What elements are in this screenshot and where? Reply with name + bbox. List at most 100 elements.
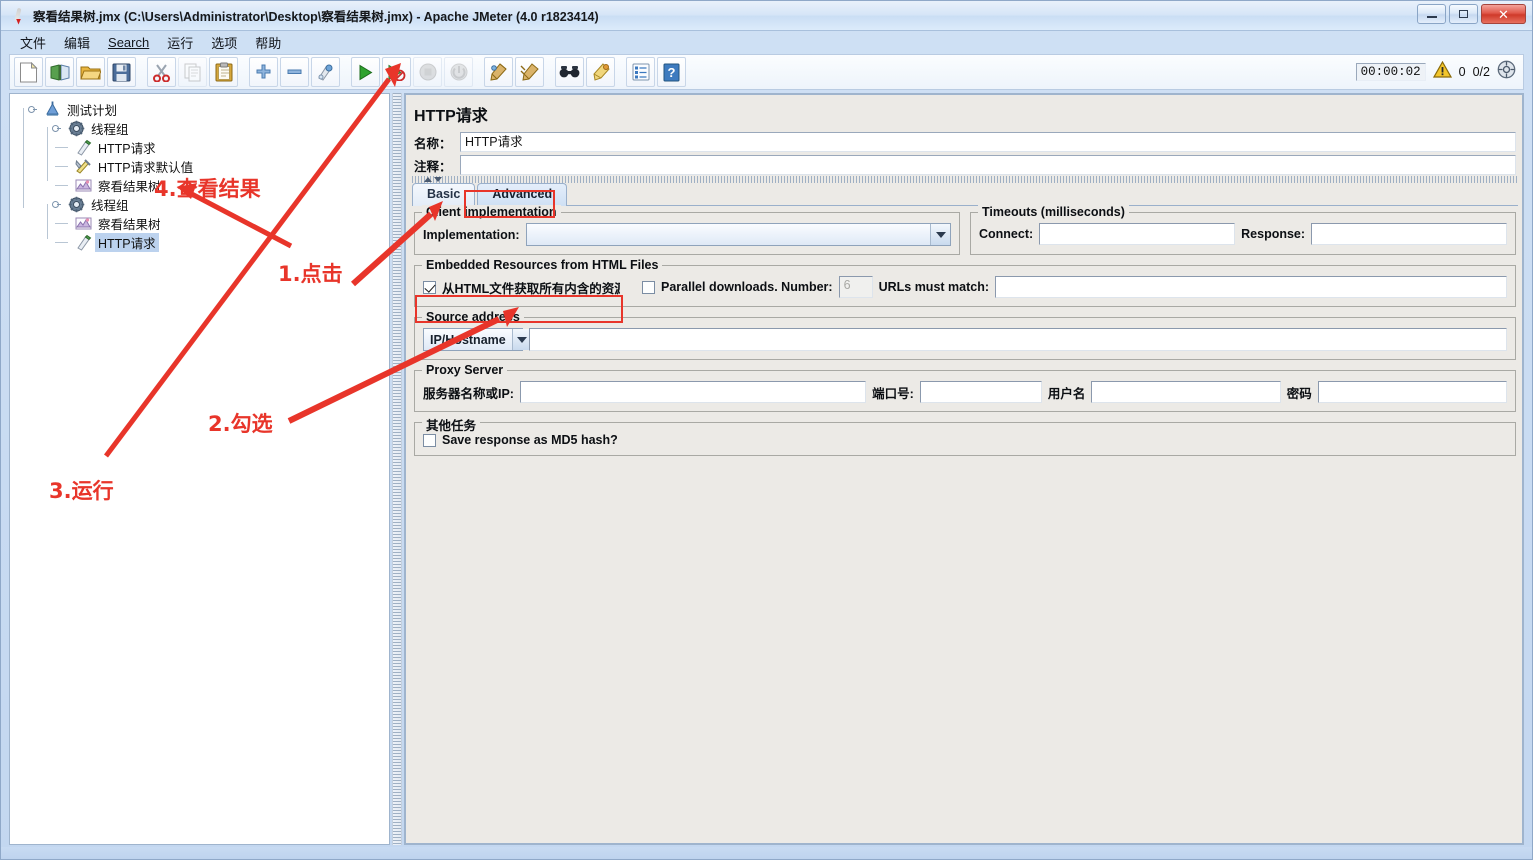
implementation-label: Implementation: [423, 227, 520, 242]
search-icon[interactable] [555, 57, 584, 87]
parallel-number-input[interactable]: 6 [838, 276, 873, 298]
proxy-port-input[interactable] [919, 381, 1042, 403]
stop-icon[interactable] [413, 57, 442, 87]
expander-icon[interactable] [51, 200, 61, 209]
http-request-icon [75, 234, 92, 251]
function-helper-icon[interactable] [626, 57, 655, 87]
paste-icon[interactable] [209, 57, 238, 87]
retrieve-embedded-label: 从HTML文件获取所有内含的资源 [442, 281, 620, 296]
toggle-icon[interactable] [311, 57, 340, 87]
response-timeout-input[interactable] [1311, 223, 1508, 245]
split-divider[interactable] [392, 93, 402, 845]
close-button[interactable]: ✕ [1481, 4, 1526, 24]
source-address-legend: Source address [422, 310, 524, 324]
menu-search[interactable]: Search [99, 34, 158, 51]
retrieve-embedded-checkbox[interactable] [423, 280, 436, 294]
chevron-down-icon[interactable] [434, 176, 442, 182]
parallel-downloads-checkbox[interactable] [642, 280, 655, 294]
proxy-port-label: 端口号: [872, 386, 914, 401]
toolbar-status: 00:00:02 0 0/2 [1355, 60, 1520, 84]
source-address-group: Source address IP/Hostname [414, 310, 1516, 360]
close-icon: ✕ [1498, 6, 1509, 22]
tab-advanced[interactable]: Advanced [477, 183, 568, 206]
tab-basic[interactable]: Basic [412, 183, 476, 206]
test-plan-tree-pane[interactable]: 测试计划 线程组 HTTP请求 HTTP请求默认值 察看结果树 线程组 察看结果… [9, 93, 390, 845]
jmeter-window: 察看结果树.jmx (C:\Users\Administrator\Deskto… [0, 0, 1533, 860]
tree-node-label: 察看结果树 [98, 180, 161, 194]
warning-triangle-icon[interactable] [1432, 60, 1452, 83]
menu-options[interactable]: 选项 [202, 32, 246, 53]
collapse-icon[interactable] [280, 57, 309, 87]
other-tasks-group: 其他任务 Save response as MD5 hash? [414, 415, 1516, 456]
comment-input[interactable] [460, 155, 1516, 175]
implementation-combo[interactable] [525, 223, 951, 246]
view-results-tree-icon [75, 177, 92, 194]
tab-scroll-arrows[interactable] [424, 175, 446, 183]
chevron-down-icon[interactable] [930, 224, 950, 245]
maximize-button[interactable] [1449, 4, 1478, 24]
name-input[interactable]: HTTP请求 [460, 132, 1516, 152]
tree-node-http-request-2[interactable]: HTTP请求 [18, 233, 389, 252]
open-icon[interactable] [76, 57, 105, 87]
tree-node-test-plan[interactable]: 测试计划 [18, 100, 389, 119]
comment-label: 注释： [414, 159, 452, 174]
reset-search-icon[interactable] [586, 57, 615, 87]
proxy-username-input[interactable] [1091, 381, 1281, 403]
save-icon[interactable] [107, 57, 136, 87]
chevron-up-icon[interactable] [424, 176, 432, 182]
timeouts-group: Timeouts (milliseconds) Connect: Respons… [970, 205, 1516, 255]
menu-run[interactable]: 运行 [158, 32, 202, 53]
clear-icon[interactable] [484, 57, 513, 87]
new-icon[interactable] [14, 57, 43, 87]
proxy-server-input[interactable] [519, 381, 867, 403]
tabstrip: Basic Advanced [412, 182, 1518, 206]
help-icon[interactable]: ? [657, 57, 686, 87]
tree-node-thread-group-2[interactable]: 线程组 [18, 195, 389, 214]
connect-label: Connect: [979, 227, 1034, 241]
name-label: 名称： [414, 136, 452, 151]
tree-node-http-request-1[interactable]: HTTP请求 [18, 138, 389, 157]
clear-all-icon[interactable] [515, 57, 544, 87]
templates-icon[interactable] [45, 57, 74, 87]
expander-icon[interactable] [51, 124, 61, 133]
source-address-input[interactable] [529, 328, 1507, 351]
embedded-resources-legend: Embedded Resources from HTML Files [422, 258, 663, 272]
cut-icon[interactable] [147, 57, 176, 87]
client-implementation-group: Client implementation Implementation: [414, 205, 960, 255]
start-no-pauses-icon[interactable] [382, 57, 411, 87]
menu-edit[interactable]: 编辑 [55, 32, 99, 53]
tree-node-thread-group-1[interactable]: 线程组 [18, 119, 389, 138]
other-tasks-legend: 其他任务 [422, 415, 481, 434]
remote-connect-icon[interactable] [1497, 60, 1516, 84]
proxy-password-label: 密码 [1286, 386, 1312, 401]
expander-icon[interactable] [27, 105, 37, 114]
start-icon[interactable] [351, 57, 380, 87]
tab-scroll-dots [412, 176, 1518, 183]
expand-icon[interactable] [249, 57, 278, 87]
jmeter-feather-icon [9, 6, 29, 26]
source-address-type-value: IP/Hostname [430, 332, 506, 347]
shutdown-icon[interactable] [444, 57, 473, 87]
elapsed-timer: 00:00:02 [1355, 63, 1426, 81]
copy-icon[interactable] [178, 57, 207, 87]
menu-help[interactable]: 帮助 [246, 32, 290, 53]
tree-node-label: 线程组 [91, 123, 129, 137]
connect-timeout-input[interactable] [1039, 223, 1236, 245]
menu-file[interactable]: 文件 [11, 32, 55, 53]
minimize-button[interactable] [1417, 4, 1446, 24]
thread-group-icon [68, 120, 85, 137]
md5-hash-checkbox[interactable] [423, 433, 436, 447]
proxy-username-label: 用户名 [1047, 386, 1086, 401]
parallel-downloads-label: Parallel downloads. Number: [661, 280, 833, 294]
tree-node-http-defaults[interactable]: HTTP请求默认值 [18, 157, 389, 176]
proxy-password-input[interactable] [1317, 381, 1508, 403]
proxy-server-group: Proxy Server 服务器名称或IP: 端口号: 用户名 密码 [414, 363, 1516, 412]
tree-node-view-results-tree-1[interactable]: 察看结果树 [18, 176, 389, 195]
thread-group-icon [68, 196, 85, 213]
urls-must-match-input[interactable] [995, 276, 1507, 298]
element-editor-pane: HTTP请求 名称： HTTP请求 注释： Basic Advanced Cli… [404, 93, 1524, 845]
tree-node-view-results-tree-2[interactable]: 察看结果树 [18, 214, 389, 233]
source-address-type-combo[interactable]: IP/Hostname [423, 328, 532, 351]
tree-node-label: 察看结果树 [98, 218, 161, 232]
window-controls: ✕ [1417, 4, 1526, 24]
